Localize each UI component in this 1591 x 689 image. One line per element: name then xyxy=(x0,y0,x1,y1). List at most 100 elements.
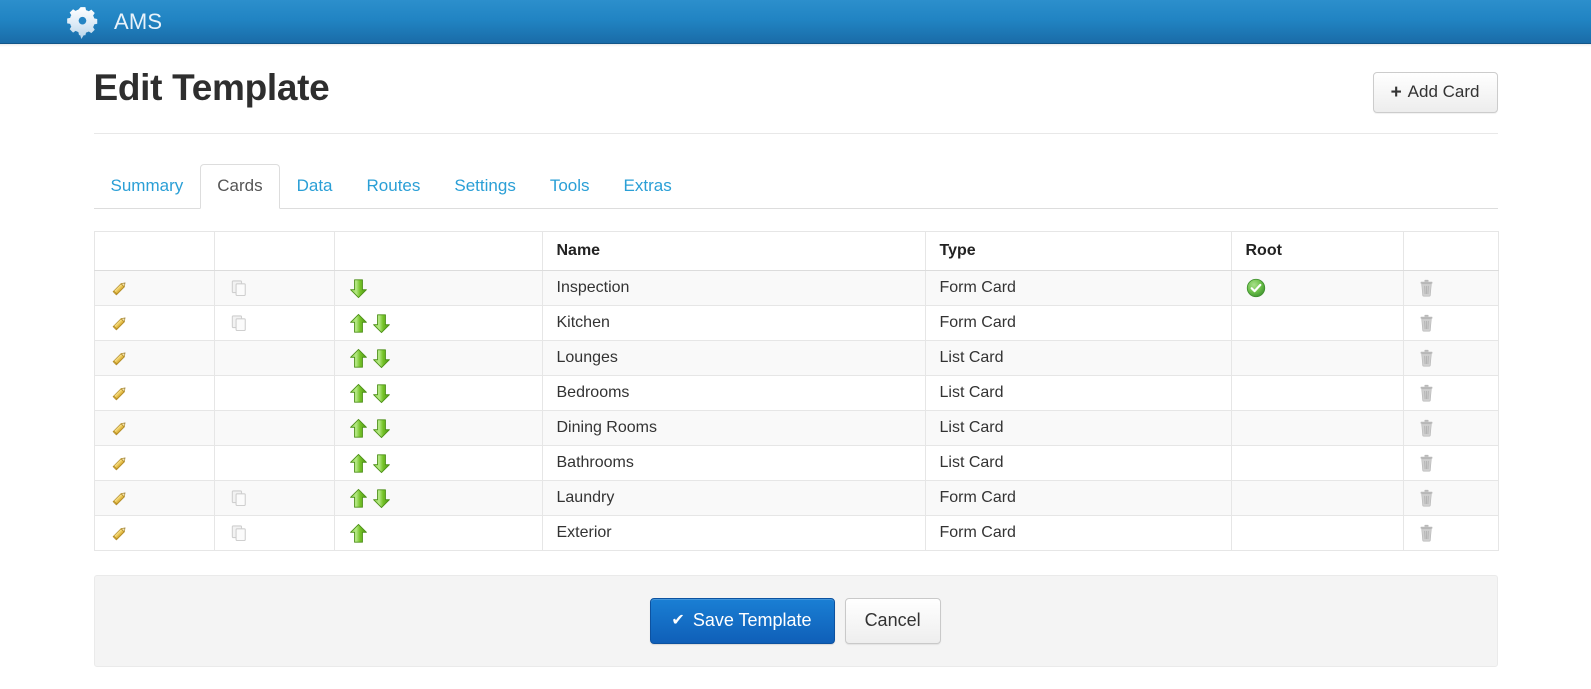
cell-delete[interactable] xyxy=(1402,480,1499,517)
copy-icon[interactable] xyxy=(229,488,249,508)
trash-icon[interactable] xyxy=(1418,454,1435,472)
cell-move[interactable] xyxy=(333,515,543,552)
check-circle-icon xyxy=(1246,278,1266,298)
arrow-down-icon[interactable] xyxy=(372,418,391,439)
cell-copy xyxy=(213,445,335,482)
tab-summary[interactable]: Summary xyxy=(94,164,201,209)
cell-edit[interactable] xyxy=(93,340,215,377)
copy-icon[interactable] xyxy=(229,523,249,543)
cards-table-wrapper: Name Type Root Inspection Form Card Kitc… xyxy=(93,231,1499,552)
cell-copy[interactable] xyxy=(213,515,335,552)
arrow-up-icon[interactable] xyxy=(349,453,368,474)
save-template-button[interactable]: ✔ Save Template xyxy=(650,598,835,645)
cell-name: Laundry xyxy=(541,480,926,517)
cancel-button[interactable]: Cancel xyxy=(844,598,941,645)
arrow-up-icon[interactable] xyxy=(349,313,368,334)
tab-extras[interactable]: Extras xyxy=(607,164,689,209)
cell-root xyxy=(1230,340,1404,377)
cell-move[interactable] xyxy=(333,340,543,377)
cell-name: Kitchen xyxy=(541,305,926,342)
trash-icon[interactable] xyxy=(1418,384,1435,402)
page-container: Edit Template + Add Card Summary Cards D… xyxy=(93,44,1499,668)
add-card-button[interactable]: + Add Card xyxy=(1372,72,1498,113)
cell-copy[interactable] xyxy=(213,270,335,307)
pencil-icon[interactable] xyxy=(109,313,130,334)
top-navbar: AMS xyxy=(0,0,1591,47)
cell-copy[interactable] xyxy=(213,305,335,342)
copy-icon[interactable] xyxy=(229,278,249,298)
arrow-up-icon[interactable] xyxy=(349,523,368,544)
copy-icon[interactable] xyxy=(229,313,249,333)
brand[interactable]: AMS xyxy=(66,5,162,39)
cell-edit[interactable] xyxy=(93,270,215,307)
cell-move[interactable] xyxy=(333,410,543,447)
cell-delete[interactable] xyxy=(1402,445,1499,482)
cell-delete[interactable] xyxy=(1402,410,1499,447)
cell-move[interactable] xyxy=(333,445,543,482)
arrow-down-icon[interactable] xyxy=(372,383,391,404)
cell-root xyxy=(1230,375,1404,412)
tab-data[interactable]: Data xyxy=(280,164,350,209)
cell-delete[interactable] xyxy=(1402,375,1499,412)
pencil-icon[interactable] xyxy=(109,488,130,509)
tab-routes[interactable]: Routes xyxy=(350,164,438,209)
arrow-up-icon[interactable] xyxy=(349,348,368,369)
cell-delete[interactable] xyxy=(1402,305,1499,342)
trash-icon[interactable] xyxy=(1418,349,1435,367)
cell-edit[interactable] xyxy=(93,410,215,447)
arrow-up-icon[interactable] xyxy=(349,383,368,404)
cell-move[interactable] xyxy=(333,480,543,517)
save-template-label: Save Template xyxy=(692,610,812,631)
cell-edit[interactable] xyxy=(93,445,215,482)
table-row: Inspection Form Card xyxy=(93,270,1499,307)
arrow-up-icon[interactable] xyxy=(349,488,368,509)
arrow-down-icon[interactable] xyxy=(372,313,391,334)
pencil-icon[interactable] xyxy=(109,523,130,544)
trash-icon[interactable] xyxy=(1418,489,1435,507)
pencil-icon[interactable] xyxy=(109,418,130,439)
pencil-icon[interactable] xyxy=(109,348,130,369)
cell-type: Form Card xyxy=(924,305,1232,342)
tab-settings[interactable]: Settings xyxy=(437,164,532,209)
cell-move[interactable] xyxy=(333,305,543,342)
arrow-down-icon[interactable] xyxy=(372,348,391,369)
arrow-down-icon[interactable] xyxy=(372,488,391,509)
form-actions-panel: ✔ Save Template Cancel xyxy=(93,575,1498,668)
cell-edit[interactable] xyxy=(93,515,215,552)
cell-name: Lounges xyxy=(541,340,926,377)
trash-icon[interactable] xyxy=(1418,314,1435,332)
trash-icon[interactable] xyxy=(1418,524,1435,542)
cell-move[interactable] xyxy=(333,375,543,412)
pencil-icon[interactable] xyxy=(109,453,130,474)
cell-copy[interactable] xyxy=(213,480,335,517)
cell-delete[interactable] xyxy=(1402,340,1499,377)
trash-icon[interactable] xyxy=(1418,419,1435,437)
cell-type: List Card xyxy=(924,445,1232,482)
navbar-shadow xyxy=(0,43,1591,47)
cell-root xyxy=(1230,480,1404,517)
arrow-up-icon[interactable] xyxy=(349,418,368,439)
cell-edit[interactable] xyxy=(93,480,215,517)
cell-edit[interactable] xyxy=(93,375,215,412)
cell-edit[interactable] xyxy=(93,305,215,342)
tab-tools[interactable]: Tools xyxy=(533,164,607,209)
pencil-icon[interactable] xyxy=(109,278,130,299)
arrow-down-icon[interactable] xyxy=(349,278,368,299)
cell-name: Dining Rooms xyxy=(541,410,926,447)
arrow-down-icon[interactable] xyxy=(372,453,391,474)
tab-bar: Summary Cards Data Routes Settings Tools… xyxy=(93,164,1498,210)
trash-icon[interactable] xyxy=(1418,279,1435,297)
cell-type: List Card xyxy=(924,340,1232,377)
cell-root xyxy=(1230,270,1404,307)
cell-move[interactable] xyxy=(333,270,543,307)
pencil-icon[interactable] xyxy=(109,383,130,404)
tab-cards[interactable]: Cards xyxy=(200,164,280,210)
cell-root xyxy=(1230,305,1404,342)
cell-delete[interactable] xyxy=(1402,270,1499,307)
page-title: Edit Template xyxy=(93,67,330,108)
cell-name: Bedrooms xyxy=(541,375,926,412)
cell-delete[interactable] xyxy=(1402,515,1499,552)
gear-icon xyxy=(67,6,98,39)
cards-table: Name Type Root Inspection Form Card Kitc… xyxy=(93,231,1499,552)
cell-root xyxy=(1230,410,1404,447)
